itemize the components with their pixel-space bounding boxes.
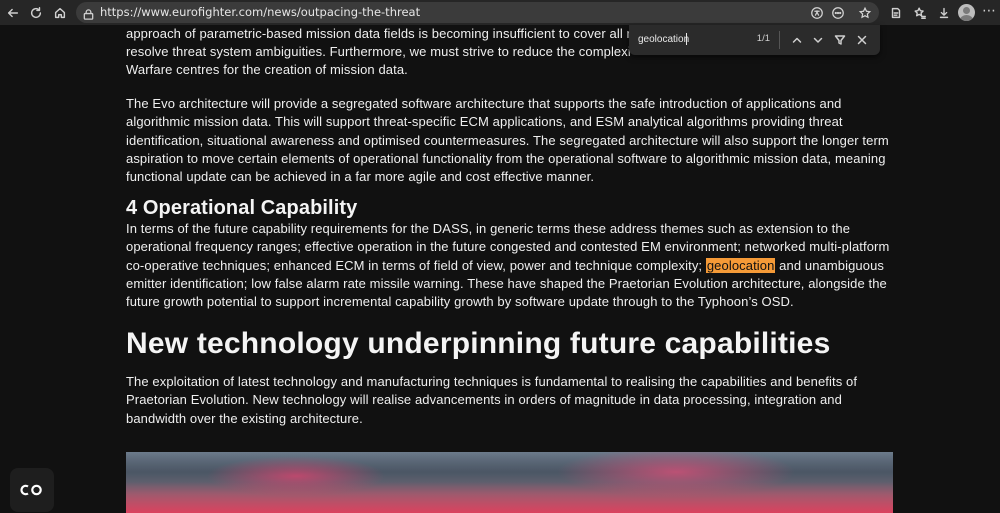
find-on-page-bar: 1/1 — [629, 25, 880, 55]
more-icon[interactable]: ⋯ — [982, 2, 996, 23]
text-line: co-operative techniques; enhanced ECM in… — [126, 257, 896, 275]
divider — [779, 31, 780, 49]
paragraph-new-technology: The exploitation of latest technology an… — [126, 373, 896, 428]
text-line: The exploitation of latest technology an… — [126, 374, 858, 390]
find-match-highlight: geolocation — [705, 257, 776, 273]
text-line: The Evo architecture will provide a segr… — [126, 96, 842, 112]
back-icon — [7, 8, 19, 17]
back-button[interactable] — [2, 2, 24, 23]
find-close-button[interactable] — [854, 32, 870, 48]
text-segment: and unambiguous — [775, 257, 885, 273]
address-bar[interactable]: https://www.eurofighter.com/news/outpaci… — [76, 2, 879, 23]
article-hero-image — [126, 452, 893, 513]
copilot-icon — [20, 484, 42, 496]
favorites-bar-icon — [914, 6, 926, 19]
find-match-count: 1/1 — [756, 33, 770, 44]
text-line: future growth potential to support incre… — [126, 294, 794, 310]
section-heading-new-technology: New technology underpinning future capab… — [126, 327, 831, 361]
translate-icon[interactable] — [809, 5, 825, 21]
url-text[interactable]: https://www.eurofighter.com/news/outpaci… — [100, 5, 420, 20]
favorites-bar-button[interactable] — [909, 2, 931, 23]
find-previous-button[interactable] — [789, 32, 805, 48]
text-line: In terms of the future capability requir… — [126, 221, 851, 237]
text-segment: co-operative techniques; enhanced ECM in… — [126, 257, 706, 273]
web-page: approach of parametric-based mission dat… — [0, 25, 1000, 513]
browser-toolbar: https://www.eurofighter.com/news/outpaci… — [0, 0, 1000, 25]
downloads-icon — [939, 7, 949, 18]
collections-button[interactable] — [885, 2, 907, 23]
text-line: operational frequency ranges; effective … — [126, 239, 890, 255]
refresh-button[interactable] — [25, 2, 47, 23]
text-line: bandwidth over the existing architecture… — [126, 410, 363, 426]
text-line: aspiration to move certain elements of o… — [126, 150, 886, 166]
favorite-icon[interactable] — [857, 5, 873, 21]
article-body: approach of parametric-based mission dat… — [126, 25, 896, 428]
extension-icon[interactable] — [830, 5, 846, 21]
copilot-button[interactable] — [10, 468, 54, 512]
home-button[interactable] — [49, 2, 71, 23]
profile-avatar[interactable] — [958, 4, 975, 21]
paragraph-operational-capability: In terms of the future capability requir… — [126, 220, 896, 311]
chevron-down-icon — [813, 37, 823, 43]
refresh-icon — [30, 6, 42, 18]
text-line: emitter identification; low false alarm … — [126, 275, 887, 291]
text-line: Warfare centres for the creation of miss… — [126, 62, 408, 78]
paragraph-evo-architecture: The Evo architecture will provide a segr… — [126, 95, 896, 186]
text-cursor — [686, 33, 687, 45]
section-heading-operational-capability: 4 Operational Capability — [126, 197, 358, 220]
site-info-icon[interactable] — [82, 6, 95, 20]
collections-icon — [891, 7, 901, 18]
home-icon — [54, 7, 66, 18]
text-line: Praetorian Evolution. New technology wil… — [126, 392, 842, 408]
find-options-button[interactable] — [832, 32, 848, 48]
filter-icon — [834, 35, 846, 45]
find-next-button[interactable] — [810, 32, 826, 48]
close-icon — [857, 35, 867, 45]
text-line: algorithmic mission data. This will supp… — [126, 114, 843, 130]
text-line: identification, situational awareness an… — [126, 132, 889, 148]
text-line: functional update can be achieved in a f… — [126, 169, 595, 185]
chevron-up-icon — [792, 37, 802, 43]
downloads-button[interactable] — [933, 2, 955, 23]
